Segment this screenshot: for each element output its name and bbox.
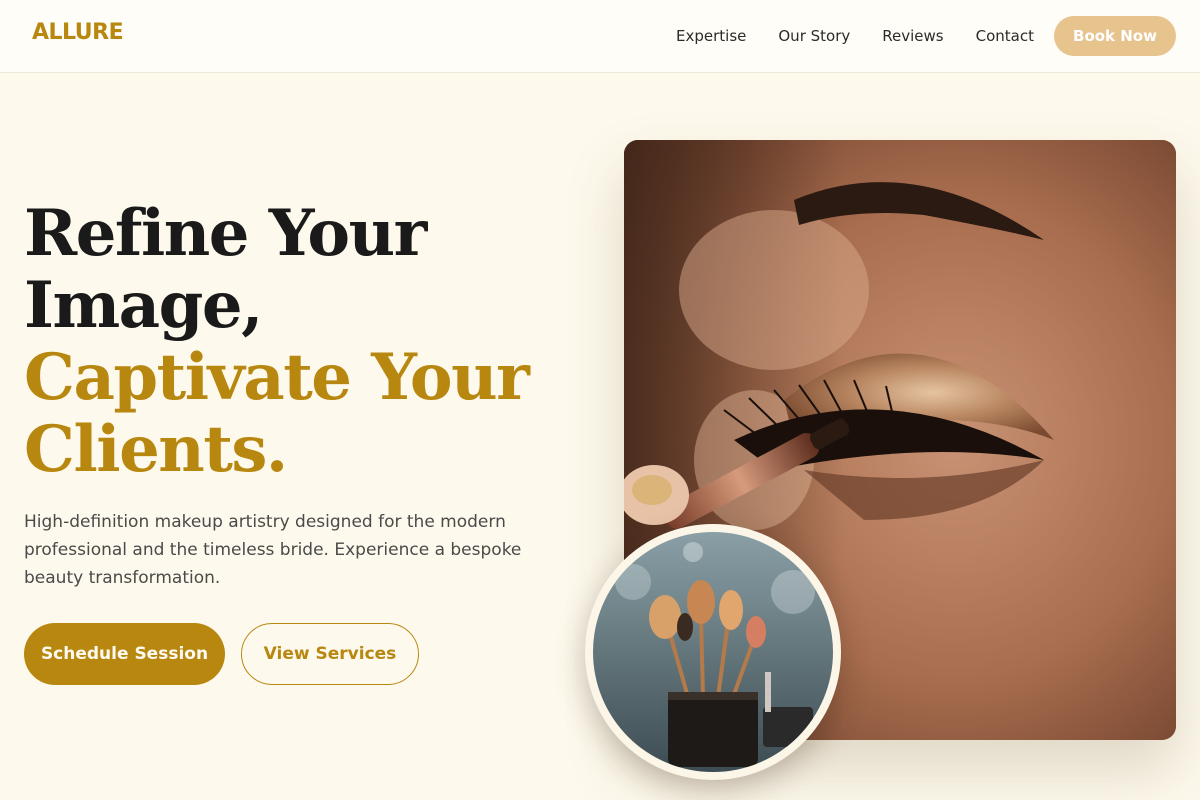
book-now-button[interactable]: Book Now: [1054, 16, 1176, 56]
brand-logo[interactable]: ALLURE: [32, 20, 124, 45]
view-services-button[interactable]: View Services: [241, 623, 419, 685]
nav-item-contact[interactable]: Contact: [976, 26, 1034, 46]
nav-item-expertise[interactable]: Expertise: [676, 26, 746, 46]
nav-item-reviews[interactable]: Reviews: [882, 26, 943, 46]
brushes-inset-frame: [585, 524, 841, 780]
headline-line-1: Refine Your: [24, 196, 427, 271]
headline-line-3: Captivate Your: [24, 340, 530, 415]
hero-subtitle: High-definition makeup artistry designed…: [24, 512, 522, 588]
site-header: ALLURE Expertise Our Story Reviews Conta…: [0, 0, 1200, 73]
hero-headline: Refine Your Image, Captivate Your Client…: [24, 196, 530, 487]
makeup-brushes-illustration: [593, 532, 833, 772]
schedule-session-button[interactable]: Schedule Session: [24, 623, 225, 685]
headline-line-4: Clients.: [24, 412, 288, 487]
brushes-inset-image: [593, 532, 833, 772]
nav-item-our-story[interactable]: Our Story: [778, 26, 850, 46]
main-nav: Expertise Our Story Reviews Contact: [676, 26, 1034, 46]
headline-line-2: Image,: [24, 268, 263, 343]
